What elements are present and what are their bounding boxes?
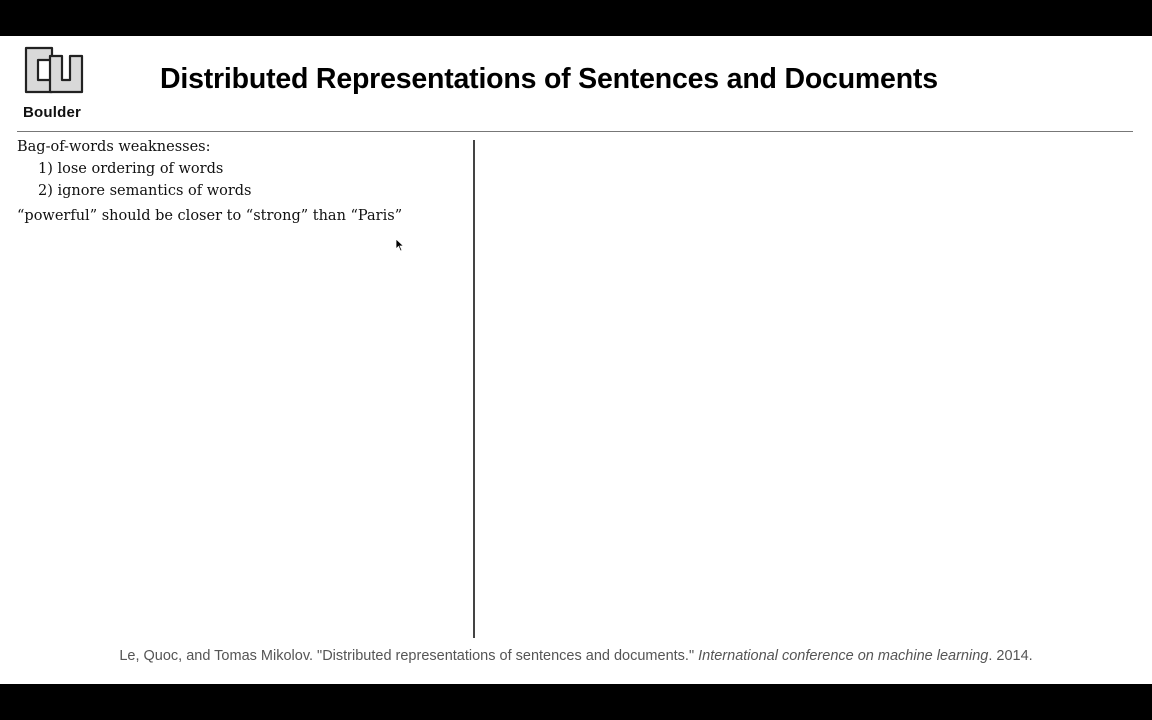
citation-suffix: . 2014. — [988, 648, 1033, 664]
citation-prefix: Le, Quoc, and Tomas Mikolov. "Distribute… — [119, 648, 695, 664]
citation-footer: Le, Quoc, and Tomas Mikolov. "Distribute… — [0, 648, 1152, 664]
weaknesses-heading: Bag-of-words weaknesses: — [17, 139, 211, 155]
weakness-item-2: 2) ignore semantics of words — [38, 183, 252, 199]
semantics-note: “powerful” should be closer to “strong” … — [17, 208, 403, 224]
column-divider — [473, 140, 475, 638]
slide: Boulder Distributed Representations of S… — [0, 36, 1152, 684]
weakness-item-1: 1) lose ordering of words — [38, 161, 224, 177]
cu-logo: Boulder — [18, 42, 86, 122]
cu-logo-icon — [24, 46, 84, 94]
title-rule — [17, 131, 1133, 132]
logo-text: Boulder — [22, 104, 82, 121]
citation-venue: International conference on machine lear… — [698, 648, 989, 664]
slide-title: Distributed Representations of Sentences… — [160, 63, 938, 95]
